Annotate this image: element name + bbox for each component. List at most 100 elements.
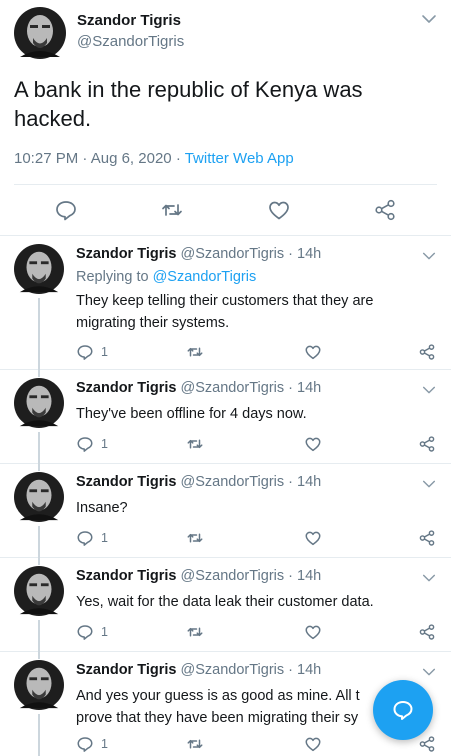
author-name[interactable]: Szandor Tigris	[76, 474, 176, 490]
reply-tweet[interactable]: Szandor Tigris @SzandorTigris · 14h They…	[0, 370, 451, 471]
share-icon[interactable]	[418, 435, 436, 453]
reply-count: 1	[101, 625, 108, 639]
author-handle[interactable]: @SzandorTigris	[180, 246, 284, 262]
author-name[interactable]: Szandor Tigris	[76, 568, 176, 584]
avatar[interactable]	[14, 660, 64, 710]
meta-separator: ·	[175, 150, 181, 167]
like-icon[interactable]	[304, 623, 322, 641]
like-icon[interactable]	[304, 529, 322, 547]
header-separator: ·	[288, 568, 293, 584]
reply-time[interactable]: 14h	[297, 246, 321, 262]
reply-button[interactable]: 1	[76, 435, 108, 453]
chevron-down-icon[interactable]	[421, 570, 437, 586]
retweet-icon[interactable]	[186, 623, 204, 641]
retweet-icon[interactable]	[186, 735, 204, 753]
like-icon[interactable]	[267, 198, 291, 222]
share-icon[interactable]	[418, 343, 436, 361]
reply-icon[interactable]	[54, 198, 78, 222]
reply-count: 1	[101, 345, 108, 359]
reply-time[interactable]: 14h	[297, 380, 321, 396]
reply-header: Szandor Tigris @SzandorTigris · 14h	[76, 568, 321, 584]
share-icon[interactable]	[418, 735, 436, 753]
avatar[interactable]	[14, 7, 66, 59]
reply-actions: 1	[76, 343, 451, 363]
author-handle[interactable]: @SzandorTigris	[180, 568, 284, 584]
retweet-icon[interactable]	[160, 198, 184, 222]
header-separator: ·	[288, 380, 293, 396]
tweet-source-link[interactable]: Twitter Web App	[185, 150, 294, 167]
reply-icon	[76, 435, 94, 453]
author-handle[interactable]: @SzandorTigris	[180, 380, 284, 396]
author-name[interactable]: Szandor Tigris	[76, 380, 176, 396]
replying-to-handle[interactable]: @SzandorTigris	[153, 269, 257, 285]
reply-button[interactable]: 1	[76, 343, 108, 361]
chevron-down-icon[interactable]	[421, 248, 437, 264]
avatar[interactable]	[14, 566, 64, 616]
author-handle[interactable]: @SzandorTigris	[180, 474, 284, 490]
author-name[interactable]: Szandor Tigris	[76, 662, 176, 678]
author-handle[interactable]: @SzandorTigris	[77, 33, 184, 50]
reply-text: They've been offline for 4 days now.	[76, 406, 307, 422]
replying-to-label: Replying to	[76, 269, 149, 285]
reply-icon	[76, 623, 94, 641]
like-icon[interactable]	[304, 435, 322, 453]
reply-time[interactable]: 14h	[297, 568, 321, 584]
like-icon[interactable]	[304, 343, 322, 361]
main-tweet: Szandor Tigris @SzandorTigris A bank in …	[0, 0, 451, 236]
reply-header: Szandor Tigris @SzandorTigris · 14h	[76, 380, 321, 396]
chevron-down-icon[interactable]	[421, 382, 437, 398]
reply-button[interactable]: 1	[76, 529, 108, 547]
tweet-meta: 10:27 PM · Aug 6, 2020 · Twitter Web App	[14, 150, 294, 167]
reply-tweet[interactable]: Szandor Tigris @SzandorTigris · 14h Insa…	[0, 464, 451, 565]
reply-time[interactable]: 14h	[297, 662, 321, 678]
reply-count: 1	[101, 737, 108, 751]
divider	[14, 184, 437, 185]
header-separator: ·	[288, 246, 293, 262]
retweet-icon[interactable]	[186, 529, 204, 547]
reply-button[interactable]: 1	[76, 623, 108, 641]
reply-count: 1	[101, 531, 108, 545]
avatar[interactable]	[14, 378, 64, 428]
compose-button[interactable]	[373, 680, 433, 740]
reply-text: Yes, wait for the data leak their custom…	[76, 594, 374, 610]
reply-header: Szandor Tigris @SzandorTigris · 14h	[76, 246, 321, 262]
reply-header: Szandor Tigris @SzandorTigris · 14h	[76, 474, 321, 490]
tweet-text: A bank in the republic of Kenya was hack…	[14, 77, 363, 131]
header-separator: ·	[288, 474, 293, 490]
reply-tweet[interactable]: Szandor Tigris @SzandorTigris · 14h Repl…	[0, 236, 451, 377]
reply-text: They keep telling their customers that t…	[76, 293, 374, 331]
chevron-down-icon[interactable]	[421, 476, 437, 492]
like-icon[interactable]	[304, 735, 322, 753]
avatar[interactable]	[14, 472, 64, 522]
avatar[interactable]	[14, 244, 64, 294]
reply-actions: 1	[76, 529, 451, 549]
share-icon[interactable]	[418, 529, 436, 547]
thread-line	[38, 714, 40, 756]
author-name[interactable]: Szandor Tigris	[76, 246, 176, 262]
reply-tweet[interactable]: Szandor Tigris @SzandorTigris · 14h Yes,…	[0, 558, 451, 659]
meta-separator: ·	[82, 150, 88, 167]
reply-count: 1	[101, 437, 108, 451]
retweet-icon[interactable]	[186, 435, 204, 453]
reply-button[interactable]: 1	[76, 735, 108, 753]
chevron-down-icon[interactable]	[420, 10, 438, 28]
reply-icon	[76, 343, 94, 361]
tweet-time[interactable]: 10:27 PM	[14, 150, 78, 167]
reply-header: Szandor Tigris @SzandorTigris · 14h	[76, 662, 321, 678]
share-icon[interactable]	[373, 198, 397, 222]
reply-icon	[76, 735, 94, 753]
reply-icon	[76, 529, 94, 547]
reply-text: Insane?	[76, 500, 128, 516]
share-icon[interactable]	[418, 623, 436, 641]
author-name[interactable]: Szandor Tigris	[77, 12, 181, 29]
chevron-down-icon[interactable]	[421, 664, 437, 680]
reply-time[interactable]: 14h	[297, 474, 321, 490]
thread-line	[38, 298, 40, 377]
retweet-icon[interactable]	[186, 343, 204, 361]
reply-actions: 1	[76, 623, 451, 643]
reply-actions: 1	[76, 435, 451, 455]
author-handle[interactable]: @SzandorTigris	[180, 662, 284, 678]
tweet-date[interactable]: Aug 6, 2020	[91, 150, 172, 167]
replying-to: Replying to @SzandorTigris	[76, 269, 256, 285]
header-separator: ·	[288, 662, 293, 678]
